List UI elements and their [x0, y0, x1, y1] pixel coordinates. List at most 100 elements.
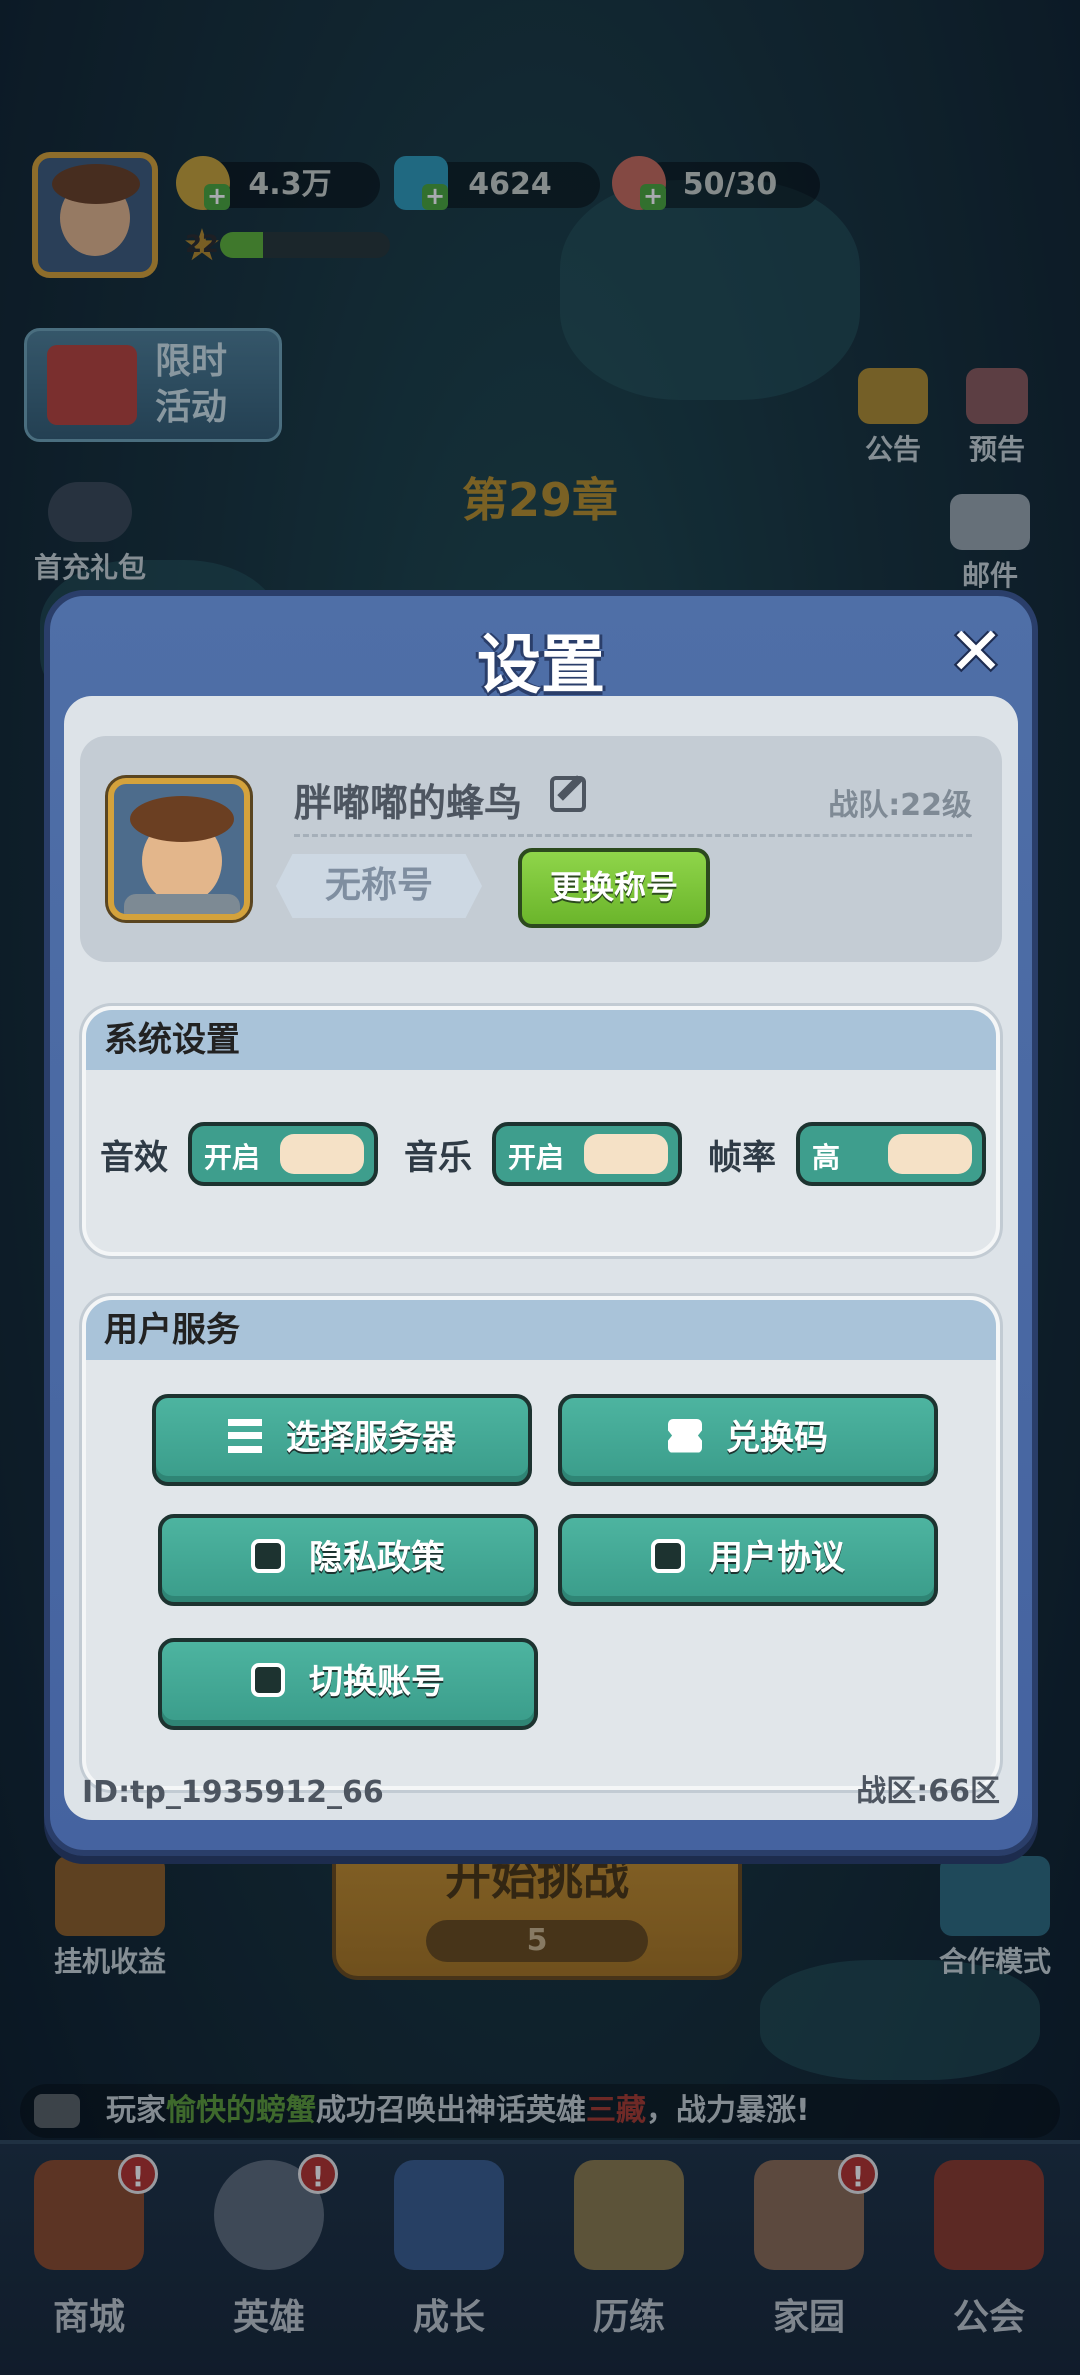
- nav-shop[interactable]: ! 商城: [4, 2154, 174, 2360]
- nav-home-badge: !: [838, 2154, 878, 2194]
- user-agreement-label: 用户协议: [709, 1538, 845, 1578]
- sound-effects-toggle[interactable]: 开启: [188, 1122, 378, 1186]
- limited-event-button[interactable]: 限时 活动: [24, 328, 282, 442]
- coop-mode-button[interactable]: 合作模式: [920, 1856, 1070, 1980]
- music-toggle[interactable]: 开启: [492, 1122, 682, 1186]
- nav-growth-label: 成长: [412, 2297, 485, 2338]
- frame-rate-label: 帧率: [708, 1138, 776, 1178]
- stamina-counter: 50/30: [640, 162, 820, 208]
- avatar-hair: [52, 164, 140, 204]
- add-stamina-button[interactable]: +: [640, 184, 666, 210]
- nav-heroes-label: 英雄: [232, 2297, 305, 2338]
- megaphone-icon: [858, 368, 928, 424]
- divider: [294, 834, 972, 837]
- chapter-title: 第29章: [461, 473, 618, 527]
- add-gold-button[interactable]: +: [204, 184, 230, 210]
- system-settings-heading: 系统设置: [86, 1010, 996, 1070]
- news-player: 愉快的螃蟹: [166, 2093, 316, 2128]
- profile-card: 胖嘟嘟的蜂鸟 战队:22级 无称号 更换称号: [80, 736, 1002, 962]
- profile-avatar[interactable]: [108, 778, 250, 920]
- profile-avatar-armor: [124, 894, 240, 914]
- toggle-knob: [280, 1134, 364, 1174]
- add-gem-button[interactable]: +: [422, 184, 448, 210]
- title-tag: 无称号: [276, 854, 482, 918]
- frame-rate-toggle[interactable]: 高: [796, 1122, 986, 1186]
- news-suffix: ，战力暴涨!: [646, 2093, 810, 2128]
- redeem-code-button[interactable]: 兑换码: [558, 1394, 938, 1486]
- document-icon: [251, 1538, 285, 1573]
- gift-box-icon: [47, 345, 137, 425]
- bottom-nav-bar: ! 商城 ! 英雄 成长 历练 ! 家园 公会: [0, 2140, 1080, 2375]
- profile-avatar-hair: [130, 796, 234, 842]
- scroll-map-icon: [574, 2160, 684, 2270]
- crossed-swords-icon: [940, 1856, 1050, 1936]
- player-avatar[interactable]: [32, 152, 158, 278]
- switch-account-button[interactable]: 切换账号: [158, 1638, 538, 1730]
- announcement-label: 公告: [864, 433, 921, 466]
- growth-book-icon: [394, 2160, 504, 2270]
- privacy-policy-label: 隐私政策: [309, 1538, 445, 1578]
- team-level: 战队:22级: [828, 788, 972, 823]
- select-server-label: 选择服务器: [286, 1418, 456, 1458]
- privacy-policy-button[interactable]: 隐私政策: [158, 1514, 538, 1606]
- mail-label: 邮件: [961, 559, 1018, 592]
- change-title-button[interactable]: 更换称号: [518, 848, 710, 928]
- preview-button[interactable]: 预告: [952, 368, 1042, 468]
- ticket-icon: [668, 1418, 702, 1453]
- treasure-chest-icon: [55, 1856, 165, 1936]
- user-service-heading: 用户服务: [86, 1300, 996, 1360]
- idle-income-label: 挂机收益: [53, 1945, 166, 1978]
- nav-adventure[interactable]: 历练: [544, 2160, 714, 2360]
- document-icon: [251, 1662, 285, 1697]
- redeem-code-label: 兑换码: [726, 1418, 828, 1458]
- nav-home[interactable]: ! 家园: [724, 2154, 894, 2360]
- event-label-line2: 活动: [155, 387, 228, 428]
- nav-heroes-badge: !: [298, 2154, 338, 2194]
- coop-mode-label: 合作模式: [938, 1945, 1051, 1978]
- toggle-knob: [888, 1134, 972, 1174]
- event-label-line1: 限时: [155, 341, 228, 382]
- start-challenge-cost: 5: [426, 1920, 648, 1962]
- user-id: ID:tp_1935912_66: [82, 1775, 384, 1810]
- idle-income-button[interactable]: 挂机收益: [30, 1856, 190, 1980]
- sound-effects-label: 音效: [100, 1138, 168, 1178]
- server-zone: 战区:66区: [856, 1774, 1000, 1809]
- scene-rock: [560, 180, 860, 400]
- sound-effects-state: 开启: [204, 1141, 261, 1174]
- music-label: 音乐: [404, 1138, 472, 1178]
- music-state: 开启: [508, 1141, 565, 1174]
- news-middle: 成功召唤出神话英雄: [316, 2093, 586, 2128]
- level-progress-bar: [220, 232, 390, 258]
- nav-guild[interactable]: 公会: [904, 2160, 1074, 2360]
- nav-shop-badge: !: [118, 2154, 158, 2194]
- system-settings-section: 系统设置 音效 开启 音乐 开启 帧率 高: [82, 1006, 1000, 1256]
- select-server-button[interactable]: 选择服务器: [152, 1394, 532, 1486]
- nav-adventure-label: 历练: [592, 2297, 665, 2338]
- user-service-section: 用户服务 选择服务器 兑换码 隐私政策 用户协议 切换账号: [82, 1296, 1000, 1790]
- edit-icon[interactable]: [550, 776, 586, 812]
- document-icon: [651, 1538, 685, 1573]
- news-prefix: 玩家: [106, 2093, 166, 2128]
- first-recharge-label: 首充礼包: [33, 551, 146, 584]
- dialog-body: 胖嘟嘟的蜂鸟 战队:22级 无称号 更换称号 系统设置 音效 开启 音乐 开启: [64, 696, 1018, 1820]
- announcement-button[interactable]: 公告: [848, 368, 938, 468]
- news-ticker: 玩家愉快的螃蟹成功召唤出神话英雄三藏，战力暴涨!: [20, 2084, 1060, 2138]
- close-icon[interactable]: ✕: [944, 619, 1008, 685]
- nav-heroes[interactable]: ! 英雄: [184, 2154, 354, 2360]
- nickname: 胖嘟嘟的蜂鸟: [294, 781, 523, 825]
- user-agreement-button[interactable]: 用户协议: [558, 1514, 938, 1606]
- preview-label: 预告: [968, 433, 1025, 466]
- nav-home-label: 家园: [772, 2297, 845, 2338]
- calendar-icon: [966, 368, 1028, 424]
- player-level: 22: [185, 230, 219, 258]
- server-list-icon: [228, 1418, 262, 1453]
- dialog-title: 设置: [477, 629, 605, 703]
- event-label: 限时 活动: [155, 339, 227, 431]
- frame-rate-state: 高: [812, 1141, 841, 1174]
- nav-shop-label: 商城: [52, 2297, 125, 2338]
- settings-dialog: 设置 ✕ 胖嘟嘟的蜂鸟 战队:22级 无称号 更换称号 系统设置 音效 开启 音…: [44, 590, 1038, 1856]
- news-hero: 三藏: [586, 2093, 646, 2128]
- nav-guild-label: 公会: [952, 2297, 1025, 2338]
- toggle-knob: [584, 1134, 668, 1174]
- nav-growth[interactable]: 成长: [364, 2160, 534, 2360]
